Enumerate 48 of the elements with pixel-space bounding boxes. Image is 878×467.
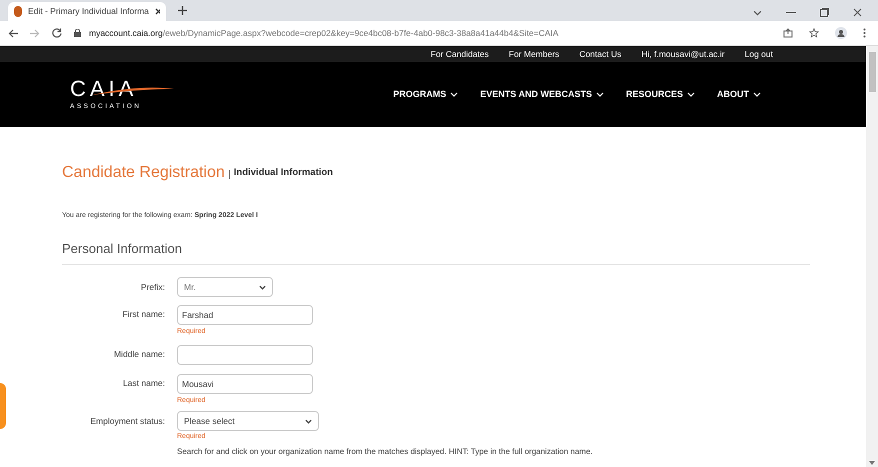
section-title: Personal Information: [62, 238, 810, 265]
page-title: Candidate Registration: [62, 163, 225, 183]
text-field[interactable]: Farshad: [177, 305, 313, 325]
star-icon[interactable]: [809, 28, 819, 38]
url-field[interactable]: myaccount.caia.org/eweb/DynamicPage.aspx?webcode=crep02&key=9ce4bc08-b7fe-4ab0-98c3-38a8a41a44b4&Site=CAIA: [74, 26, 771, 40]
share-icon[interactable]: [783, 28, 793, 38]
text-field[interactable]: Mousavi: [177, 374, 313, 394]
scroll-down-icon[interactable]: [869, 461, 875, 465]
field-label: Middle name:: [112, 348, 165, 360]
dropdown[interactable]: Mr.: [177, 277, 273, 297]
browser-tab[interactable]: Edit - Primary Individual Informa: [8, 2, 166, 21]
field-label: First name:: [121, 308, 165, 320]
hint-text: Search for and click on your organization name from the matches displayed. HINT: Type in the full organization name.: [177, 447, 594, 457]
lock-icon: [74, 29, 81, 37]
field-label: Employment status:: [89, 414, 165, 428]
tab-title: Edit - Primary Individual Informa: [28, 5, 149, 18]
chevron-down-icon: [259, 284, 266, 290]
reload-icon[interactable]: [52, 28, 62, 38]
back-icon[interactable]: [8, 28, 18, 38]
page-subtitle: Individual Information: [234, 166, 333, 180]
utility-link[interactable]: For Candidates: [430, 48, 489, 60]
plus-icon[interactable]: [178, 6, 187, 15]
chevron-down-icon: [753, 92, 761, 97]
text-field[interactable]: [177, 345, 313, 365]
utility-link[interactable]: For Members: [508, 48, 560, 60]
close-icon[interactable]: [154, 8, 160, 15]
dropdown[interactable]: Please select: [177, 411, 319, 431]
chevron-down-icon: [305, 418, 312, 424]
close-icon[interactable]: [853, 8, 862, 17]
utility-link[interactable]: Contact Us: [579, 48, 622, 60]
nav-menu-item[interactable]: RESOURCES: [626, 88, 695, 102]
nav-menu-item[interactable]: EVENTS AND WEBCASTS: [480, 88, 604, 102]
field-label: Prefix:: [140, 280, 165, 294]
utility-link[interactable]: Hi, f.mousavi@ut.ac.ir: [641, 48, 725, 60]
profile-icon[interactable]: [835, 27, 847, 39]
nav-menu-item[interactable]: PROGRAMS: [393, 88, 458, 102]
nav-menu-item[interactable]: ABOUT: [717, 88, 761, 102]
restore-icon[interactable]: [820, 8, 829, 17]
site-favicon-icon: [14, 6, 22, 17]
chevron-down-icon[interactable]: [753, 10, 762, 16]
field-label: Last name:: [122, 376, 165, 390]
menu-icon[interactable]: [863, 28, 866, 38]
minimize-icon[interactable]: [786, 12, 796, 14]
chevron-down-icon: [596, 92, 604, 97]
chevron-down-icon: [687, 92, 695, 97]
chevron-down-icon: [450, 92, 458, 97]
utility-link[interactable]: Log out: [744, 48, 773, 60]
scrollbar-thumb[interactable]: [868, 52, 876, 92]
